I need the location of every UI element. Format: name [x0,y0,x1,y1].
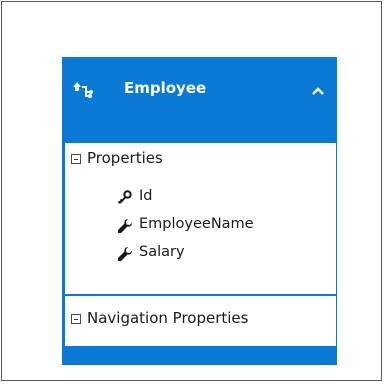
property-label: Salary [139,244,185,260]
collapse-box-icon[interactable] [71,314,81,324]
entity-title: Employee [124,79,207,97]
navigation-section-label: Navigation Properties [87,309,249,327]
properties-section: Properties Id EmployeeName Salary [65,143,336,294]
entity-header[interactable]: Employee [62,57,337,141]
wrench-icon [117,218,133,234]
navigation-properties-section: Navigation Properties [65,296,336,346]
property-label: Id [139,188,153,204]
property-label: EmployeeName [139,216,254,232]
properties-section-label: Properties [87,149,163,167]
collapse-box-icon[interactable] [71,154,81,164]
key-icon [117,190,133,206]
entity-type-icon [72,81,94,101]
chevron-up-icon[interactable] [310,83,326,97]
wrench-icon [117,246,133,262]
entity-shape[interactable]: Employee Properties Id EmployeeName Sala… [62,57,337,365]
